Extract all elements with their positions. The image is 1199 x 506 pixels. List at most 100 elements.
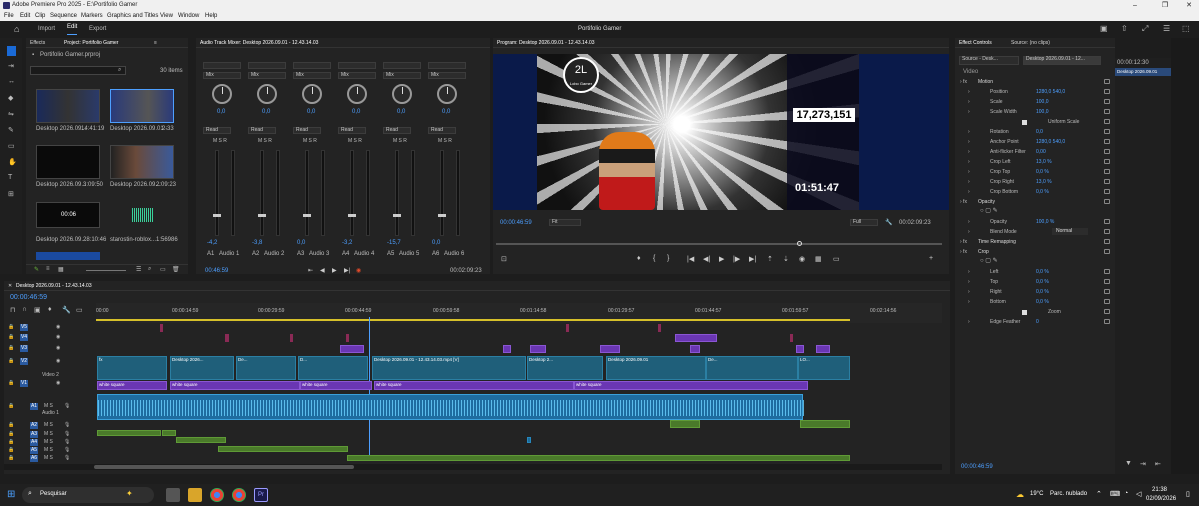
type-icon[interactable]: T — [8, 174, 12, 181]
mixer-ch1-msr[interactable]: M S R — [213, 138, 227, 144]
mixer-ch4-automation[interactable]: Read — [338, 127, 366, 134]
mask-tools[interactable]: ○ ▢ ✎ — [980, 207, 1010, 214]
reset-icon[interactable] — [1104, 229, 1110, 234]
go-to-in-icon[interactable]: |◀ — [687, 255, 694, 263]
ec-row-value[interactable]: 100,0 — [1036, 107, 1049, 117]
ec-row-17[interactable]: › Left 0,0 % — [960, 267, 1116, 277]
a1-green-clip[interactable] — [670, 420, 700, 428]
timeline-scrollbar[interactable] — [4, 464, 942, 470]
reset-icon[interactable] — [1104, 189, 1110, 194]
mixer-ch2-mode[interactable]: Mix — [248, 72, 286, 79]
mic-icon[interactable]: 🎙 — [64, 439, 70, 445]
a1-green-clip[interactable] — [800, 420, 850, 428]
ec-row-13[interactable]: › Opacity 100,0 % — [960, 217, 1116, 227]
ec-row-value[interactable]: 0,0 % — [1036, 277, 1049, 287]
reset-icon[interactable] — [1104, 289, 1110, 294]
expand-icon[interactable]: › — [968, 317, 970, 327]
mixer-transport-5-icon[interactable]: ◉ — [356, 267, 361, 274]
eye-icon[interactable]: ◉ — [56, 324, 60, 330]
reset-icon[interactable] — [1104, 89, 1110, 94]
tab-export[interactable]: Export — [89, 21, 106, 37]
a3-clip[interactable] — [176, 437, 226, 443]
msr-buttons[interactable]: M S — [44, 431, 53, 437]
reset-icon[interactable] — [1104, 79, 1110, 84]
mixer-ch6-fx-select[interactable] — [428, 62, 466, 69]
ec-row-12[interactable]: › fx Opacity — [960, 197, 1116, 207]
lock-icon[interactable]: 🔒 — [8, 358, 14, 364]
ec-row-value[interactable]: 100,0 — [1036, 97, 1049, 107]
mixer-ch4-mode[interactable]: Mix — [338, 72, 376, 79]
taskbar-search[interactable]: ⌕ Pesquisar ✦ — [22, 487, 154, 503]
ec-row-value[interactable]: Normal — [1052, 228, 1089, 235]
ec-row-value[interactable]: 1280,0 540,0 — [1036, 137, 1065, 147]
lift-icon[interactable]: ⇡ — [767, 255, 773, 263]
pencil-icon[interactable]: ✎ — [34, 266, 39, 273]
filter-icon[interactable]: ▼ — [1125, 460, 1132, 467]
mic-icon[interactable]: 🎙 — [64, 431, 70, 437]
mixer-ch5-fx-select[interactable] — [383, 62, 421, 69]
menu-window[interactable]: Window — [178, 11, 199, 21]
chevron-up-icon[interactable]: ⌃ — [1096, 490, 1102, 498]
mixer-ch3-automation[interactable]: Read — [293, 127, 321, 134]
ec-row-16[interactable]: › fx Crop — [960, 247, 1116, 257]
track-v5-toggle[interactable]: V5 — [20, 324, 28, 331]
marker-clip[interactable] — [346, 334, 349, 342]
menu-edit[interactable]: Edit — [20, 11, 30, 21]
sort-icon[interactable]: ☰ — [136, 266, 141, 273]
mixer-ch3-fader[interactable] — [303, 214, 311, 217]
v1-clip[interactable]: white square — [574, 381, 808, 390]
mixer-ch1-fx-select[interactable] — [203, 62, 241, 69]
lock-icon[interactable]: 🔒 — [8, 431, 14, 437]
close-tab-icon[interactable]: ✕ — [8, 281, 12, 291]
go-to-out-icon[interactable]: ▶| — [749, 255, 756, 263]
tab-import[interactable]: Import — [38, 21, 55, 37]
mixer-ch3-mode[interactable]: Mix — [293, 72, 331, 79]
caption-icon[interactable]: ⊞ — [8, 190, 14, 198]
ripple-edit-icon[interactable]: ↔ — [8, 78, 15, 85]
reset-icon[interactable] — [1104, 179, 1110, 184]
ec-row-value[interactable]: 13,0 % — [1036, 157, 1052, 167]
v2-clip[interactable]: Desktop 2026... — [170, 356, 234, 380]
reset-icon[interactable] — [1104, 169, 1110, 174]
tab-effect-controls[interactable]: Effect Controls — [959, 38, 992, 48]
ec-row-5[interactable]: › Rotation 0,0 — [960, 127, 1116, 137]
mixer-ch5-pan-knob[interactable] — [392, 84, 412, 104]
expand-icon[interactable]: › — [968, 277, 970, 287]
expand-icon[interactable]: › — [968, 227, 970, 237]
menu-markers[interactable]: Markers — [81, 11, 103, 21]
mixer-ch6-automation[interactable]: Read — [428, 127, 456, 134]
maximize-icon[interactable]: ❐ — [1156, 0, 1174, 11]
menu-clip[interactable]: Clip — [35, 11, 45, 21]
expand-icon[interactable]: › — [968, 187, 970, 197]
track-a1-toggle[interactable]: A1 — [30, 403, 38, 410]
lock-icon[interactable]: 🔒 — [8, 324, 14, 330]
network-icon[interactable]: ⌨ — [1110, 490, 1120, 498]
tab-effects[interactable]: Effects — [30, 38, 45, 48]
ec-row-15[interactable]: › fx Time Remapping — [960, 237, 1116, 247]
share-icon[interactable]: ⇧ — [1121, 21, 1128, 37]
mixer-ch1-fader[interactable] — [213, 214, 221, 217]
mic-icon[interactable]: 🎙 — [64, 403, 70, 409]
graphics-clip[interactable] — [816, 345, 830, 353]
new-bin-icon[interactable]: ▭ — [160, 266, 166, 273]
reset-icon[interactable] — [1104, 119, 1110, 124]
search-bin-icon[interactable]: ⌕ — [148, 266, 151, 273]
chrome-profile-icon[interactable] — [232, 488, 246, 502]
lock-icon[interactable]: 🔒 — [8, 403, 14, 409]
windows-start-icon[interactable]: ⊞ — [7, 489, 15, 500]
thumbnail-3[interactable] — [36, 145, 100, 179]
thumbnail-5[interactable]: 00:06 — [36, 202, 100, 228]
ec-row-value[interactable]: 0,0 % — [1036, 287, 1049, 297]
msr-buttons[interactable]: M S — [44, 422, 53, 428]
graphics-clip[interactable] — [675, 334, 717, 342]
source-select[interactable]: Source - Desk... — [959, 56, 1019, 65]
mixer-transport-3-icon[interactable]: ▶ — [332, 267, 337, 274]
ec-row-value[interactable]: 0,0 % — [1036, 187, 1049, 197]
checkbox[interactable] — [1022, 310, 1027, 315]
menu-help[interactable]: Help — [205, 11, 217, 21]
msr-buttons[interactable]: M S — [44, 403, 53, 409]
program-timecode[interactable]: 00:00:46:59 — [500, 220, 532, 226]
reset-icon[interactable] — [1104, 279, 1110, 284]
ec-row-9[interactable]: › Crop Top 0,0 % — [960, 167, 1116, 177]
multicam-icon[interactable]: ▦ — [815, 255, 822, 263]
